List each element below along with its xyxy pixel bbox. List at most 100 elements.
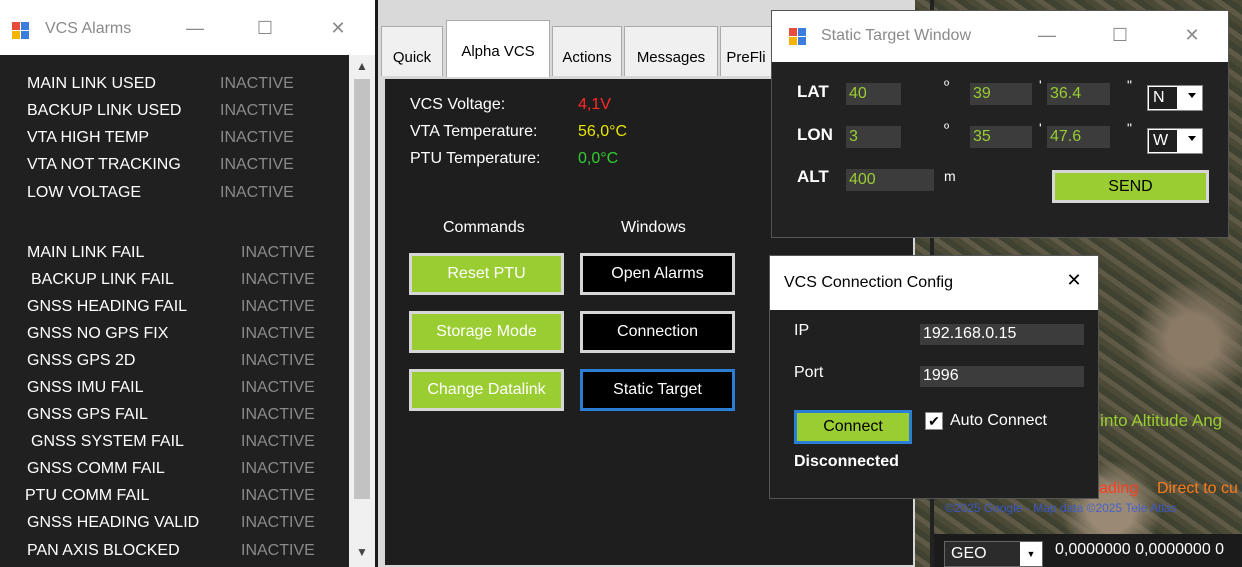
app-icon <box>12 22 30 40</box>
lon-hemisphere-select[interactable]: W <box>1147 128 1203 154</box>
alarm-label: GNSS GPS 2D <box>27 352 136 369</box>
reset-ptu-button[interactable]: Reset PTU <box>409 253 564 295</box>
close-icon[interactable]: ✕ <box>1059 270 1089 291</box>
connection-config-window: VCS Connection Config ✕ IP 192.168.0.15 … <box>769 255 1099 499</box>
storage-mode-button[interactable]: Storage Mode <box>409 311 564 353</box>
app-icon <box>789 28 807 46</box>
alarm-state: INACTIVE <box>241 379 315 396</box>
degree-symbol: º <box>944 120 950 136</box>
static-target-titlebar[interactable]: Static Target Window — ☐ ✕ <box>772 11 1228 62</box>
alt-label: ALT <box>797 167 829 186</box>
lat-label: LAT <box>797 82 829 101</box>
connection-config-title: VCS Connection Config <box>784 274 953 291</box>
vcs-voltage-label: VCS Voltage: <box>410 96 506 113</box>
alarm-state: INACTIVE <box>241 325 315 342</box>
alarm-state: INACTIVE <box>241 271 315 288</box>
close-icon[interactable]: ✕ <box>323 18 353 39</box>
ip-label: IP <box>794 322 810 339</box>
minute-symbol: ' <box>1039 77 1042 93</box>
tab-preflight[interactable]: PreFli <box>720 26 772 76</box>
coordinate-system-select[interactable]: GEO ▼ <box>944 541 1043 567</box>
alarm-state: INACTIVE <box>241 542 315 559</box>
alarm-label: VTA HIGH TEMP <box>27 129 150 146</box>
tab-actions[interactable]: Actions <box>552 26 622 76</box>
second-symbol: " <box>1127 77 1132 93</box>
ptu-temperature-value: 0,0°C <box>578 150 619 167</box>
coordinates-readout: 0,0000000 0,0000000 0 <box>1055 541 1225 558</box>
alarm-label: BACKUP LINK USED <box>27 102 182 119</box>
close-icon[interactable]: ✕ <box>1177 25 1207 46</box>
alarm-label: BACKUP LINK FAIL <box>31 271 174 288</box>
vta-temperature-label: VTA Temperature: <box>410 123 538 140</box>
connection-button[interactable]: Connection <box>580 311 735 353</box>
alarm-label: PTU COMM FAIL <box>25 487 150 504</box>
alt-unit: m <box>944 168 956 184</box>
lat-hemisphere-select[interactable]: N <box>1147 85 1203 111</box>
auto-connect-label: Auto Connect <box>950 412 1047 429</box>
vcs-voltage-value: 4,1V <box>578 96 611 113</box>
map-altitude-label: n into Altitude Ang <box>1086 411 1223 430</box>
map-heading-label: ading <box>1099 480 1139 497</box>
maximize-icon[interactable]: ☐ <box>250 18 280 39</box>
lat-minutes-input[interactable]: 39 <box>970 83 1032 105</box>
maximize-icon[interactable]: ☐ <box>1105 25 1135 46</box>
scroll-up-icon[interactable]: ▲ <box>349 59 375 73</box>
alarm-state: INACTIVE <box>241 244 315 261</box>
alarm-state: INACTIVE <box>241 352 315 369</box>
alarm-state: INACTIVE <box>241 460 315 477</box>
chevron-down-icon <box>1188 136 1196 141</box>
alarm-label: GNSS GPS FAIL <box>27 406 148 423</box>
static-target-window: Static Target Window — ☐ ✕ LAT 40 º 39 '… <box>771 10 1229 238</box>
alt-input[interactable]: 400 <box>846 169 934 191</box>
alarm-state: INACTIVE <box>220 102 294 119</box>
alarm-label: LOW VOLTAGE <box>27 184 142 201</box>
lon-degrees-input[interactable]: 3 <box>846 126 901 148</box>
port-input[interactable]: 1996 <box>920 366 1084 387</box>
alarm-state: INACTIVE <box>241 298 315 315</box>
alarms-scrollbar[interactable]: ▲ ▼ <box>349 55 375 567</box>
chevron-down-icon <box>1188 93 1196 98</box>
alarm-label: GNSS COMM FAIL <box>27 460 165 477</box>
minimize-icon[interactable]: — <box>1032 25 1062 46</box>
alarm-label: GNSS SYSTEM FAIL <box>31 433 184 450</box>
alarm-state: INACTIVE <box>241 514 315 531</box>
alarm-state: INACTIVE <box>220 184 294 201</box>
scrollbar-thumb[interactable] <box>354 79 370 499</box>
lon-label: LON <box>797 125 833 144</box>
alarm-label: VTA NOT TRACKING <box>27 156 181 173</box>
connection-status: Disconnected <box>794 453 899 470</box>
alarm-label: MAIN LINK USED <box>27 75 156 92</box>
connection-config-titlebar[interactable]: VCS Connection Config ✕ <box>770 256 1098 310</box>
ip-input[interactable]: 192.168.0.15 <box>920 324 1084 345</box>
lon-minutes-input[interactable]: 35 <box>970 126 1032 148</box>
alarms-titlebar[interactable]: VCS Alarms — ☐ ✕ <box>0 0 375 55</box>
alarm-state: INACTIVE <box>241 433 315 450</box>
alarm-state: INACTIVE <box>220 156 294 173</box>
open-alarms-button[interactable]: Open Alarms <box>580 253 735 295</box>
lat-hemisphere-value: N <box>1149 87 1177 109</box>
tab-alpha-vcs[interactable]: Alpha VCS <box>446 20 550 77</box>
lon-seconds-input[interactable]: 47.6 <box>1047 126 1110 148</box>
second-symbol: " <box>1127 120 1132 136</box>
windows-heading: Windows <box>621 219 686 236</box>
lat-seconds-input[interactable]: 36.4 <box>1047 83 1110 105</box>
alarm-state: INACTIVE <box>220 129 294 146</box>
scroll-down-icon[interactable]: ▼ <box>349 545 375 559</box>
auto-connect-checkbox[interactable]: ✔ <box>925 412 943 430</box>
send-button[interactable]: SEND <box>1052 170 1209 203</box>
vta-temperature-value: 56,0°C <box>578 123 628 140</box>
alarm-label: GNSS IMU FAIL <box>27 379 144 396</box>
minimize-icon[interactable]: — <box>180 18 210 39</box>
static-target-title: Static Target Window <box>821 27 971 44</box>
change-datalink-button[interactable]: Change Datalink <box>409 369 564 411</box>
alarm-label: GNSS HEADING VALID <box>27 514 200 531</box>
minute-symbol: ' <box>1039 120 1042 136</box>
static-target-button[interactable]: Static Target <box>580 369 735 411</box>
lon-hemisphere-value: W <box>1149 130 1177 152</box>
connect-button[interactable]: Connect <box>794 410 912 444</box>
alarm-state: INACTIVE <box>241 487 315 504</box>
tab-messages[interactable]: Messages <box>624 26 718 76</box>
chevron-down-icon[interactable]: ▼ <box>1020 542 1042 566</box>
lat-degrees-input[interactable]: 40 <box>846 83 901 105</box>
tab-quick[interactable]: Quick <box>381 26 443 76</box>
